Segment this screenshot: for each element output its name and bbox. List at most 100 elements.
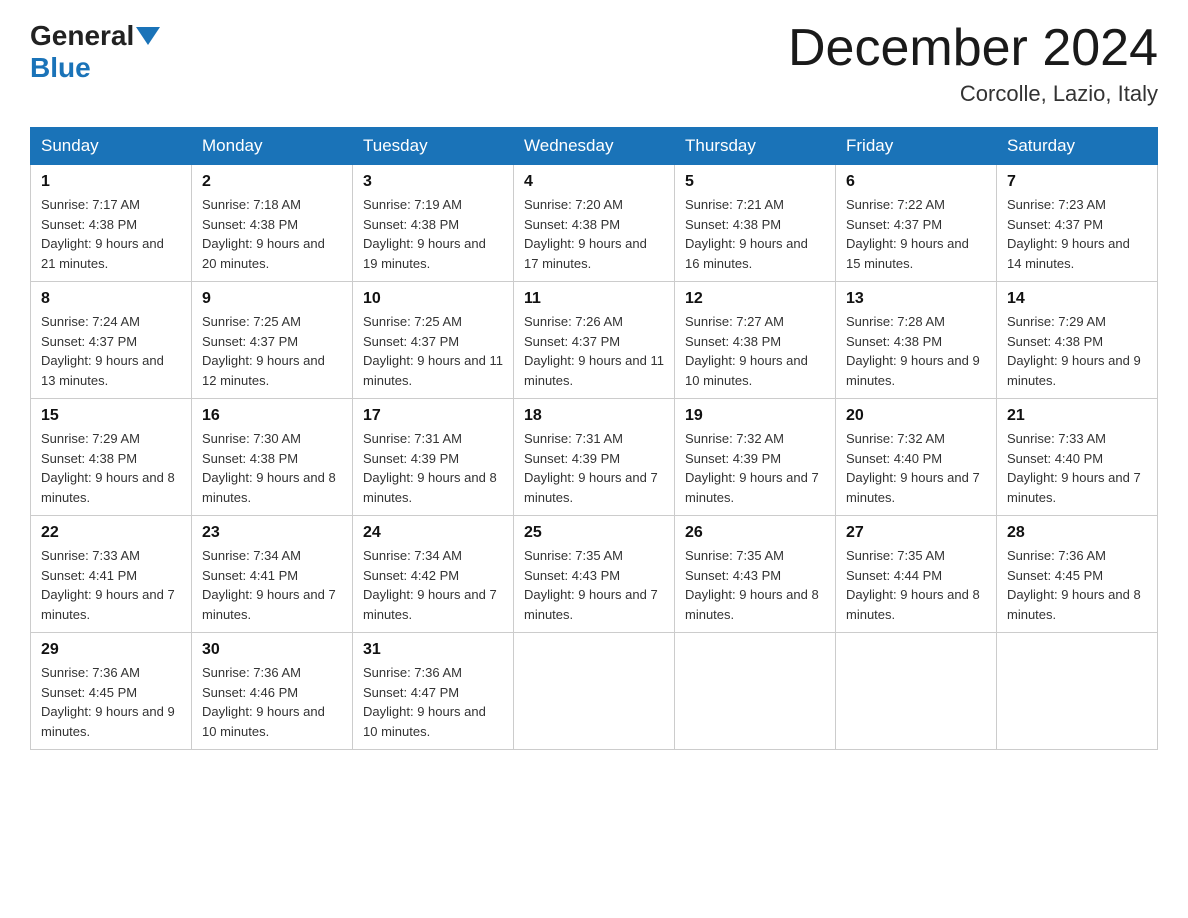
day-number: 30 xyxy=(202,641,342,659)
day-info: Sunrise: 7:35 AM Sunset: 4:44 PM Dayligh… xyxy=(846,546,986,624)
day-info: Sunrise: 7:26 AM Sunset: 4:37 PM Dayligh… xyxy=(524,312,664,390)
week-row-4: 22 Sunrise: 7:33 AM Sunset: 4:41 PM Dayl… xyxy=(31,516,1158,633)
calendar-cell: 7 Sunrise: 7:23 AM Sunset: 4:37 PM Dayli… xyxy=(997,165,1158,282)
day-number: 1 xyxy=(41,173,181,191)
day-info: Sunrise: 7:36 AM Sunset: 4:45 PM Dayligh… xyxy=(41,663,181,741)
day-number: 8 xyxy=(41,290,181,308)
week-row-3: 15 Sunrise: 7:29 AM Sunset: 4:38 PM Dayl… xyxy=(31,399,1158,516)
day-number: 4 xyxy=(524,173,664,191)
calendar-cell xyxy=(836,633,997,750)
day-header-monday: Monday xyxy=(192,128,353,165)
calendar-cell xyxy=(997,633,1158,750)
day-number: 11 xyxy=(524,290,664,308)
calendar-cell: 11 Sunrise: 7:26 AM Sunset: 4:37 PM Dayl… xyxy=(514,282,675,399)
day-info: Sunrise: 7:36 AM Sunset: 4:47 PM Dayligh… xyxy=(363,663,503,741)
day-number: 15 xyxy=(41,407,181,425)
calendar-cell: 27 Sunrise: 7:35 AM Sunset: 4:44 PM Dayl… xyxy=(836,516,997,633)
day-info: Sunrise: 7:25 AM Sunset: 4:37 PM Dayligh… xyxy=(202,312,342,390)
calendar-cell: 17 Sunrise: 7:31 AM Sunset: 4:39 PM Dayl… xyxy=(353,399,514,516)
day-number: 14 xyxy=(1007,290,1147,308)
calendar-cell: 13 Sunrise: 7:28 AM Sunset: 4:38 PM Dayl… xyxy=(836,282,997,399)
day-info: Sunrise: 7:35 AM Sunset: 4:43 PM Dayligh… xyxy=(524,546,664,624)
calendar-cell: 20 Sunrise: 7:32 AM Sunset: 4:40 PM Dayl… xyxy=(836,399,997,516)
day-number: 13 xyxy=(846,290,986,308)
day-number: 29 xyxy=(41,641,181,659)
day-info: Sunrise: 7:30 AM Sunset: 4:38 PM Dayligh… xyxy=(202,429,342,507)
day-number: 25 xyxy=(524,524,664,542)
day-info: Sunrise: 7:25 AM Sunset: 4:37 PM Dayligh… xyxy=(363,312,503,390)
day-info: Sunrise: 7:35 AM Sunset: 4:43 PM Dayligh… xyxy=(685,546,825,624)
day-number: 28 xyxy=(1007,524,1147,542)
day-number: 20 xyxy=(846,407,986,425)
day-number: 26 xyxy=(685,524,825,542)
day-number: 12 xyxy=(685,290,825,308)
calendar-cell: 8 Sunrise: 7:24 AM Sunset: 4:37 PM Dayli… xyxy=(31,282,192,399)
day-header-sunday: Sunday xyxy=(31,128,192,165)
day-number: 10 xyxy=(363,290,503,308)
calendar-cell: 22 Sunrise: 7:33 AM Sunset: 4:41 PM Dayl… xyxy=(31,516,192,633)
week-row-5: 29 Sunrise: 7:36 AM Sunset: 4:45 PM Dayl… xyxy=(31,633,1158,750)
day-info: Sunrise: 7:20 AM Sunset: 4:38 PM Dayligh… xyxy=(524,195,664,273)
day-number: 16 xyxy=(202,407,342,425)
day-number: 18 xyxy=(524,407,664,425)
day-info: Sunrise: 7:32 AM Sunset: 4:40 PM Dayligh… xyxy=(846,429,986,507)
calendar-cell: 29 Sunrise: 7:36 AM Sunset: 4:45 PM Dayl… xyxy=(31,633,192,750)
header-row: SundayMondayTuesdayWednesdayThursdayFrid… xyxy=(31,128,1158,165)
calendar-cell: 5 Sunrise: 7:21 AM Sunset: 4:38 PM Dayli… xyxy=(675,165,836,282)
day-number: 22 xyxy=(41,524,181,542)
location-text: Corcolle, Lazio, Italy xyxy=(788,81,1158,107)
calendar-cell: 16 Sunrise: 7:30 AM Sunset: 4:38 PM Dayl… xyxy=(192,399,353,516)
day-info: Sunrise: 7:28 AM Sunset: 4:38 PM Dayligh… xyxy=(846,312,986,390)
calendar-cell: 3 Sunrise: 7:19 AM Sunset: 4:38 PM Dayli… xyxy=(353,165,514,282)
calendar-cell: 26 Sunrise: 7:35 AM Sunset: 4:43 PM Dayl… xyxy=(675,516,836,633)
day-info: Sunrise: 7:22 AM Sunset: 4:37 PM Dayligh… xyxy=(846,195,986,273)
calendar-cell: 10 Sunrise: 7:25 AM Sunset: 4:37 PM Dayl… xyxy=(353,282,514,399)
day-info: Sunrise: 7:33 AM Sunset: 4:41 PM Dayligh… xyxy=(41,546,181,624)
day-header-friday: Friday xyxy=(836,128,997,165)
calendar-cell: 30 Sunrise: 7:36 AM Sunset: 4:46 PM Dayl… xyxy=(192,633,353,750)
calendar-cell: 19 Sunrise: 7:32 AM Sunset: 4:39 PM Dayl… xyxy=(675,399,836,516)
day-info: Sunrise: 7:31 AM Sunset: 4:39 PM Dayligh… xyxy=(524,429,664,507)
day-number: 3 xyxy=(363,173,503,191)
week-row-2: 8 Sunrise: 7:24 AM Sunset: 4:37 PM Dayli… xyxy=(31,282,1158,399)
day-header-saturday: Saturday xyxy=(997,128,1158,165)
calendar-cell: 4 Sunrise: 7:20 AM Sunset: 4:38 PM Dayli… xyxy=(514,165,675,282)
day-info: Sunrise: 7:24 AM Sunset: 4:37 PM Dayligh… xyxy=(41,312,181,390)
day-info: Sunrise: 7:32 AM Sunset: 4:39 PM Dayligh… xyxy=(685,429,825,507)
day-number: 2 xyxy=(202,173,342,191)
day-number: 24 xyxy=(363,524,503,542)
calendar-cell: 14 Sunrise: 7:29 AM Sunset: 4:38 PM Dayl… xyxy=(997,282,1158,399)
calendar-cell: 2 Sunrise: 7:18 AM Sunset: 4:38 PM Dayli… xyxy=(192,165,353,282)
day-number: 31 xyxy=(363,641,503,659)
calendar-cell: 24 Sunrise: 7:34 AM Sunset: 4:42 PM Dayl… xyxy=(353,516,514,633)
day-info: Sunrise: 7:33 AM Sunset: 4:40 PM Dayligh… xyxy=(1007,429,1147,507)
calendar-cell: 9 Sunrise: 7:25 AM Sunset: 4:37 PM Dayli… xyxy=(192,282,353,399)
day-number: 6 xyxy=(846,173,986,191)
calendar-cell xyxy=(514,633,675,750)
day-info: Sunrise: 7:34 AM Sunset: 4:42 PM Dayligh… xyxy=(363,546,503,624)
calendar-table: SundayMondayTuesdayWednesdayThursdayFrid… xyxy=(30,127,1158,750)
calendar-cell: 23 Sunrise: 7:34 AM Sunset: 4:41 PM Dayl… xyxy=(192,516,353,633)
day-number: 9 xyxy=(202,290,342,308)
calendar-cell: 18 Sunrise: 7:31 AM Sunset: 4:39 PM Dayl… xyxy=(514,399,675,516)
day-number: 17 xyxy=(363,407,503,425)
calendar-cell: 31 Sunrise: 7:36 AM Sunset: 4:47 PM Dayl… xyxy=(353,633,514,750)
day-info: Sunrise: 7:19 AM Sunset: 4:38 PM Dayligh… xyxy=(363,195,503,273)
day-info: Sunrise: 7:23 AM Sunset: 4:37 PM Dayligh… xyxy=(1007,195,1147,273)
month-title: December 2024 xyxy=(788,20,1158,77)
day-info: Sunrise: 7:31 AM Sunset: 4:39 PM Dayligh… xyxy=(363,429,503,507)
day-number: 23 xyxy=(202,524,342,542)
day-header-thursday: Thursday xyxy=(675,128,836,165)
page-header: General Blue December 2024 Corcolle, Laz… xyxy=(30,20,1158,107)
day-info: Sunrise: 7:29 AM Sunset: 4:38 PM Dayligh… xyxy=(41,429,181,507)
day-info: Sunrise: 7:27 AM Sunset: 4:38 PM Dayligh… xyxy=(685,312,825,390)
day-info: Sunrise: 7:29 AM Sunset: 4:38 PM Dayligh… xyxy=(1007,312,1147,390)
week-row-1: 1 Sunrise: 7:17 AM Sunset: 4:38 PM Dayli… xyxy=(31,165,1158,282)
logo-blue-text: Blue xyxy=(30,52,91,84)
day-header-wednesday: Wednesday xyxy=(514,128,675,165)
calendar-cell: 15 Sunrise: 7:29 AM Sunset: 4:38 PM Dayl… xyxy=(31,399,192,516)
day-info: Sunrise: 7:34 AM Sunset: 4:41 PM Dayligh… xyxy=(202,546,342,624)
calendar-cell: 21 Sunrise: 7:33 AM Sunset: 4:40 PM Dayl… xyxy=(997,399,1158,516)
calendar-cell: 28 Sunrise: 7:36 AM Sunset: 4:45 PM Dayl… xyxy=(997,516,1158,633)
day-number: 21 xyxy=(1007,407,1147,425)
